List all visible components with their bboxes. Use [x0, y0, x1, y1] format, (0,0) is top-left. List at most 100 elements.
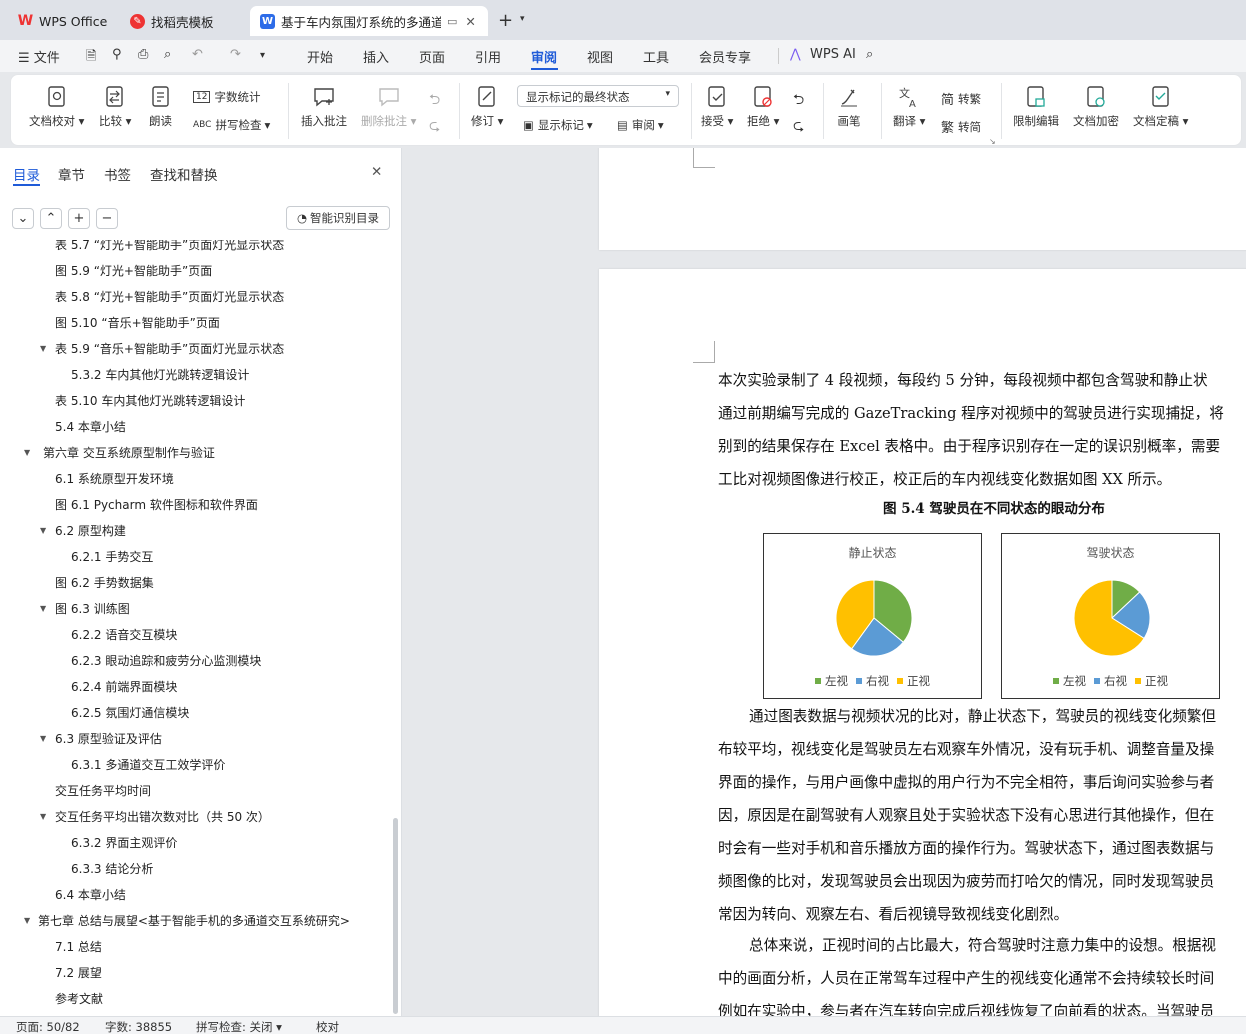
print-preview-icon[interactable]: ⌕: [164, 47, 171, 62]
toc-item[interactable]: 5.3.2 车内其他灯光跳转逻辑设计: [0, 362, 392, 388]
more-chevron-icon[interactable]: ▾: [260, 50, 265, 61]
finalize-button[interactable]: 文档定稿 ▾: [1133, 85, 1188, 129]
next-change-icon[interactable]: ⮎: [793, 115, 804, 139]
to-traditional-button[interactable]: 简 转繁: [941, 89, 981, 109]
toc-item[interactable]: 5.4 本章小结: [0, 414, 392, 440]
menu-item-page[interactable]: 页面: [419, 47, 445, 66]
close-tab-icon[interactable]: ✕: [465, 14, 475, 29]
toc-item[interactable]: 6.2.4 前端界面模块: [0, 674, 392, 700]
prev-change-icon[interactable]: ⮌: [793, 89, 804, 113]
remove-heading-icon[interactable]: −: [96, 208, 118, 229]
sidebar-tab-bookmarks[interactable]: 书签: [104, 164, 131, 184]
expand-group-icon[interactable]: ↘: [989, 137, 996, 146]
expand-chevron-icon[interactable]: ⌃: [40, 208, 62, 229]
toc-item[interactable]: 7.2 展望: [0, 960, 392, 986]
tab-list-chevron-icon[interactable]: ▾: [520, 14, 525, 24]
toc-item[interactable]: 6.2.2 语音交互模块: [0, 622, 392, 648]
word-count-button[interactable]: 12 字数统计: [193, 89, 260, 105]
toc-item[interactable]: 6.3.1 多通道交互工效学评价: [0, 752, 392, 778]
toc-item[interactable]: 表 5.8 “灯光+智能助手”页面灯光显示状态: [0, 284, 392, 310]
add-heading-icon[interactable]: +: [68, 208, 90, 229]
expand-arrow-icon[interactable]: ▼: [24, 440, 30, 466]
toc-item[interactable]: 参考文献: [0, 986, 392, 1012]
toc-item[interactable]: 6.1 系统原型开发环境: [0, 466, 392, 492]
accept-button[interactable]: 接受 ▾: [701, 85, 733, 129]
page-indicator[interactable]: 页面: 50/82: [16, 1019, 80, 1034]
tab-active-document[interactable]: W 基于车内氛围灯系统的多通道人 ▭ ✕: [250, 6, 488, 36]
reject-button[interactable]: 拒绝 ▾: [747, 85, 779, 129]
menu-item-view[interactable]: 视图: [587, 47, 613, 66]
menu-item-start[interactable]: 开始: [307, 47, 333, 66]
tab-wps-office[interactable]: W WPS Office: [8, 6, 114, 36]
doc-check-button[interactable]: 文档校对 ▾: [29, 85, 84, 129]
expand-arrow-icon[interactable]: ▼: [40, 336, 46, 362]
expand-arrow-icon[interactable]: ▼: [40, 804, 46, 830]
wps-ai-button[interactable]: WPS AI: [810, 47, 856, 62]
encrypt-button[interactable]: 文档加密: [1073, 85, 1119, 129]
toc-item[interactable]: 表 5.10 车内其他灯光跳转逻辑设计: [0, 388, 392, 414]
toc-item[interactable]: ▼ 第七章 总结与展望<基于智能手机的多通道交互系统研究>: [0, 908, 392, 934]
menu-item-member[interactable]: 会员专享: [699, 47, 751, 66]
new-tab-icon[interactable]: +: [498, 10, 513, 31]
prev-comment-icon[interactable]: ⮌: [429, 89, 440, 113]
insert-comment-button[interactable]: 插入批注: [301, 85, 347, 129]
proofread-status[interactable]: 校对: [316, 1019, 339, 1034]
sidebar-tab-chapters[interactable]: 章节: [58, 164, 85, 184]
expand-arrow-icon[interactable]: ▼: [40, 726, 46, 752]
toc-item[interactable]: 6.2.1 手势交互: [0, 544, 392, 570]
menu-item-insert[interactable]: 插入: [363, 47, 389, 66]
expand-arrow-icon[interactable]: ▼: [40, 518, 46, 544]
toc-item[interactable]: 图 6.1 Pycharm 软件图标和软件界面: [0, 492, 392, 518]
toc-item[interactable]: 图 5.9 “灯光+智能助手”页面: [0, 258, 392, 284]
translate-button[interactable]: 文A 翻译 ▾: [893, 85, 925, 129]
toc-item[interactable]: ▼ 交互任务平均出错次数对比（共 50 次）: [0, 804, 392, 830]
menu-item-review[interactable]: 审阅: [531, 47, 557, 66]
toc-item[interactable]: 6.4 本章小结: [0, 882, 392, 908]
toc-item[interactable]: 图 6.2 手势数据集: [0, 570, 392, 596]
sidebar-tab-find-replace[interactable]: 查找和替换: [150, 164, 218, 184]
toc-item[interactable]: ▼ 表 5.9 “音乐+智能助手”页面灯光显示状态: [0, 336, 392, 362]
toc-item[interactable]: ▼ 第六章 交互系统原型制作与验证: [0, 440, 392, 466]
toc-item[interactable]: 表 5.7 “灯光+智能助手”页面灯光显示状态: [0, 240, 392, 258]
delete-comment-button[interactable]: 删除批注 ▾: [361, 85, 416, 129]
toc-item[interactable]: 交互任务平均时间: [0, 778, 392, 804]
expand-arrow-icon[interactable]: ▼: [40, 596, 46, 622]
toc-item[interactable]: 6.2.5 氛围灯通信模块: [0, 700, 392, 726]
pen-button[interactable]: 画笔: [837, 85, 861, 129]
toc-item[interactable]: 6.3.3 结论分析: [0, 856, 392, 882]
expand-arrow-icon[interactable]: ▼: [24, 908, 30, 934]
spell-check-status[interactable]: 拼写检查: 关闭 ▾: [196, 1019, 282, 1034]
sidebar-tab-toc[interactable]: 目录: [13, 164, 40, 184]
undo-icon[interactable]: ↶: [192, 47, 203, 62]
read-aloud-button[interactable]: 朗读: [149, 85, 172, 129]
search-icon[interactable]: ⌕: [866, 47, 873, 62]
file-menu[interactable]: ☰ 文件: [18, 47, 60, 66]
share-icon[interactable]: ⚲: [112, 47, 122, 62]
toc-item[interactable]: ▼ 图 6.3 训练图: [0, 596, 392, 622]
next-comment-icon[interactable]: ⮎: [429, 115, 440, 139]
word-count-indicator[interactable]: 字数: 38855: [105, 1019, 172, 1034]
spell-check-button[interactable]: ABC 拼写检查 ▾: [193, 117, 270, 133]
review-pane-button[interactable]: ▤ 审阅 ▾: [617, 117, 664, 133]
smart-toc-button[interactable]: ◔ 智能识别目录: [286, 206, 390, 230]
redo-icon[interactable]: ↷: [230, 47, 241, 62]
toc-item[interactable]: ▼ 6.3 原型验证及评估: [0, 726, 392, 752]
to-simplified-button[interactable]: 繁 转简: [941, 117, 981, 137]
screen-icon[interactable]: ▭: [447, 15, 457, 28]
close-pane-icon[interactable]: ✕: [371, 164, 382, 180]
toc-item[interactable]: 6.2.3 眼动追踪和疲劳分心监测模块: [0, 648, 392, 674]
collapse-chevron-icon[interactable]: ⌄: [12, 208, 34, 229]
print-icon[interactable]: ⎙: [138, 47, 148, 62]
toc-item[interactable]: 图 5.10 “音乐+智能助手”页面: [0, 310, 392, 336]
compare-button[interactable]: 比较 ▾: [99, 85, 131, 129]
menu-item-tools[interactable]: 工具: [643, 47, 669, 66]
show-markup-button[interactable]: ▣ 显示标记 ▾: [523, 117, 593, 133]
toc-item[interactable]: ▼ 6.2 原型构建: [0, 518, 392, 544]
restrict-edit-button[interactable]: 限制编辑: [1013, 85, 1059, 129]
tab-docer-templates[interactable]: ✎ 找稻壳模板: [120, 6, 246, 36]
toc-scrollbar[interactable]: [393, 818, 398, 1014]
toc-item[interactable]: 7.1 总结: [0, 934, 392, 960]
menu-item-reference[interactable]: 引用: [475, 47, 501, 66]
save-icon[interactable]: 🗎: [86, 47, 96, 69]
toc-item[interactable]: 6.3.2 界面主观评价: [0, 830, 392, 856]
